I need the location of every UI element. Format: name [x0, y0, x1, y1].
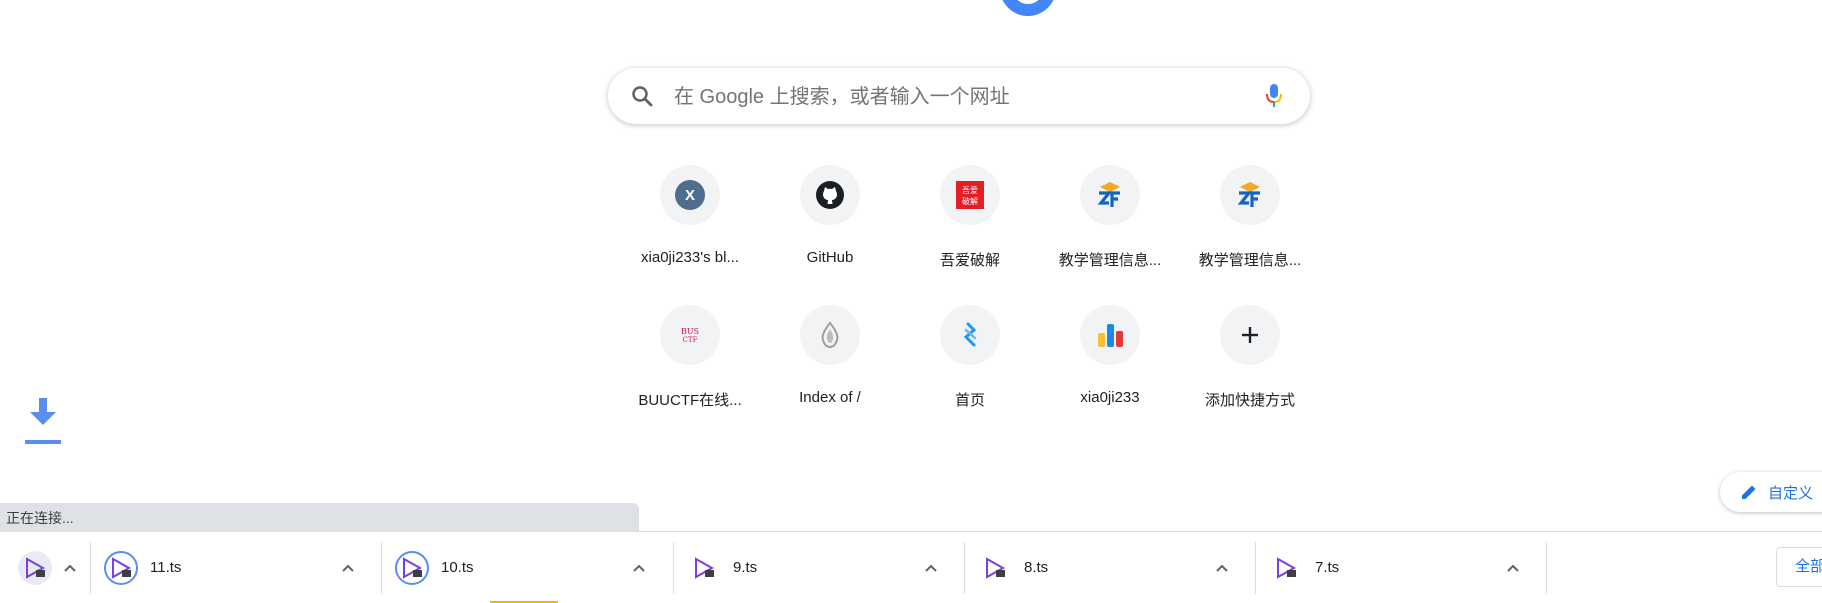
chevron-up-icon[interactable] [1210, 556, 1234, 580]
shortcut-tile[interactable]: 首页 [900, 302, 1040, 442]
add-shortcut-tile[interactable]: 添加快捷方式 [1180, 302, 1320, 442]
pencil-icon [1742, 485, 1756, 499]
status-bubble: 正在连接... [0, 503, 639, 531]
download-item[interactable]: 7.ts [1269, 532, 1539, 603]
video-file-icon [1269, 551, 1303, 585]
shortcut-tile[interactable]: GitHub [760, 162, 900, 302]
shortcut-grid: X xia0ji233's bl... GitHub 吾爱 破解 吾爱破解 教学管… [620, 162, 1320, 442]
customize-button[interactable]: 自定义 [1720, 472, 1822, 512]
shortcut-tile[interactable]: X xia0ji233's bl... [620, 162, 760, 302]
google-logo [1000, 0, 1056, 16]
shelf-divider [1546, 542, 1547, 594]
download-shelf: 11.ts 10.ts 9.ts 8.ts 7.ts 全部 [0, 531, 1822, 603]
download-item[interactable]: 9.ts [687, 532, 957, 603]
video-file-icon [104, 550, 138, 585]
download-icon[interactable] [22, 396, 64, 453]
shortcut-title: xia0ji233 [1080, 389, 1140, 406]
video-file-icon [395, 550, 429, 585]
status-text: 正在连接... [6, 510, 74, 526]
download-filename: 7.ts [1315, 559, 1340, 576]
zf-logo-icon [1080, 165, 1140, 225]
download-filename: 8.ts [1024, 559, 1049, 576]
shortcut-tile[interactable]: 吾爱 破解 吾爱破解 [900, 162, 1040, 302]
buuctf-icon: BUS CTF [660, 305, 720, 365]
svg-text:吾爱: 吾爱 [962, 186, 978, 195]
video-file-icon [687, 551, 721, 585]
shelf-divider [90, 542, 91, 594]
download-filename: 10.ts [441, 559, 474, 576]
shelf-divider [1255, 542, 1256, 594]
chevron-up-icon[interactable] [58, 556, 82, 580]
shelf-divider [381, 542, 382, 594]
shortcut-title: 添加快捷方式 [1204, 392, 1295, 409]
download-item[interactable]: 8.ts [978, 532, 1248, 603]
drop-icon [800, 305, 860, 365]
search-input[interactable] [672, 78, 1236, 116]
microphone-icon[interactable] [1264, 82, 1284, 115]
shortcut-tile[interactable]: BUS CTF BUUCTF在线... [620, 302, 760, 442]
shortcut-title: GitHub [806, 249, 854, 266]
download-filename: 9.ts [733, 559, 758, 576]
blue-logo-icon [940, 305, 1000, 365]
plus-icon [1220, 305, 1280, 365]
zf-logo-icon [1220, 165, 1280, 225]
bar-chart-icon [1080, 305, 1140, 365]
letter-x-icon: X [660, 165, 720, 225]
shortcut-title: 吾爱破解 [939, 252, 1000, 269]
svg-text:破解: 破解 [962, 196, 978, 206]
download-item[interactable] [18, 532, 90, 603]
shortcut-title: BUUCTF在线... [638, 392, 742, 409]
video-file-icon [978, 551, 1012, 585]
shortcut-title: 教学管理信息... [1198, 252, 1302, 269]
customize-label: 自定义 [1768, 484, 1814, 502]
shortcut-title: Index of / [799, 389, 861, 406]
52pojie-icon: 吾爱 破解 [940, 165, 1000, 225]
download-item[interactable]: 10.ts [395, 532, 665, 603]
shortcut-title: 首页 [954, 392, 985, 409]
shortcut-tile[interactable]: xia0ji233 [1040, 302, 1180, 442]
video-file-icon [18, 550, 52, 585]
shortcut-letter: X [685, 187, 695, 204]
shelf-divider [673, 542, 674, 594]
show-all-button[interactable]: 全部 [1776, 547, 1822, 587]
svg-text:CTF: CTF [683, 336, 698, 344]
shortcut-tile[interactable]: Index of / [760, 302, 900, 442]
download-filename: 11.ts [150, 559, 182, 576]
chevron-up-icon[interactable] [627, 556, 651, 580]
shortcut-tile[interactable]: 教学管理信息... [1040, 162, 1180, 302]
shortcut-title: xia0ji233's bl... [641, 249, 739, 266]
search-icon [630, 84, 654, 113]
chevron-up-icon[interactable] [919, 556, 943, 580]
search-box[interactable] [608, 68, 1310, 124]
chevron-up-icon[interactable] [1501, 556, 1525, 580]
shortcut-tile[interactable]: 教学管理信息... [1180, 162, 1320, 302]
chevron-up-icon[interactable] [336, 556, 360, 580]
github-icon [800, 165, 860, 225]
shortcut-title: 教学管理信息... [1058, 252, 1162, 269]
download-item[interactable]: 11.ts [104, 532, 374, 603]
shelf-divider [964, 542, 965, 594]
svg-text:BUS: BUS [681, 327, 699, 336]
